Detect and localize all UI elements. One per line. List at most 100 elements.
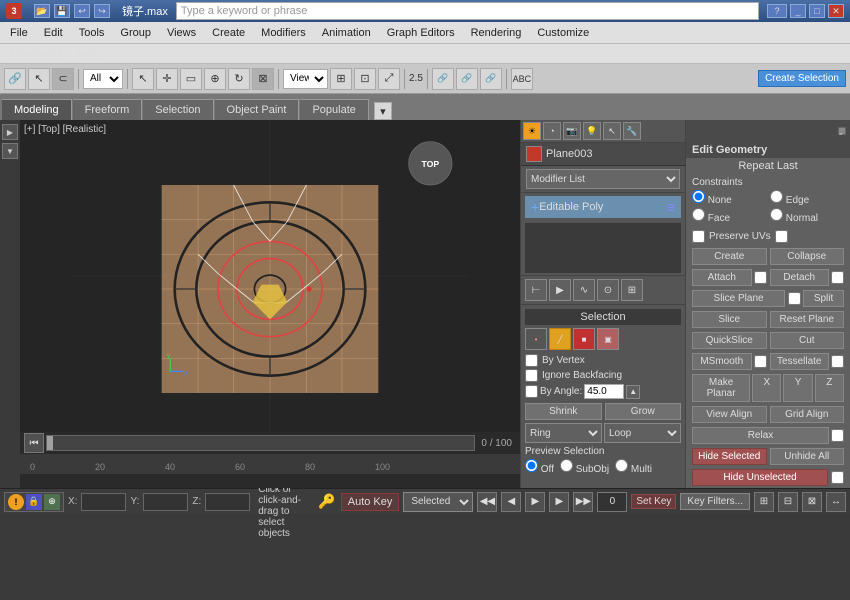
prev-btn[interactable]: ◀ xyxy=(501,492,521,512)
maximize-btn[interactable]: □ xyxy=(809,4,825,18)
panel-icon-sun[interactable]: ☀ xyxy=(523,122,541,140)
split-btn[interactable]: Split xyxy=(803,290,844,307)
named-sel-btn[interactable]: ABC xyxy=(511,68,533,90)
tab-object-paint[interactable]: Object Paint xyxy=(215,99,300,120)
preview-off-label[interactable]: Off xyxy=(525,459,554,475)
mode-select[interactable]: All xyxy=(83,69,123,89)
hide-selected-btn[interactable]: Hide Selected xyxy=(692,448,767,465)
chain3-btn[interactable]: 🔗 xyxy=(480,68,502,90)
panel-icon-arc[interactable]: ◔ xyxy=(543,122,561,140)
elem-icon[interactable]: ▣ xyxy=(597,328,619,350)
tessellate-check[interactable] xyxy=(831,355,844,368)
hide-unselected-btn[interactable]: Hide Unselected xyxy=(692,469,828,486)
msmooth-check[interactable] xyxy=(754,355,767,368)
constraint-none-label[interactable]: None xyxy=(692,190,766,206)
chain2-btn[interactable]: 🔗 xyxy=(456,68,478,90)
menu-customize[interactable]: Customize xyxy=(529,25,597,41)
grow-btn[interactable]: Grow xyxy=(605,403,682,420)
by-angle-check[interactable] xyxy=(525,385,538,398)
title-bar-controls[interactable]: 📂 💾 ↩ ↪ xyxy=(34,4,110,18)
timeline-slider[interactable] xyxy=(46,435,475,451)
move-btn[interactable]: ⊕ xyxy=(204,68,226,90)
menu-modifiers[interactable]: Modifiers xyxy=(253,25,314,41)
angle-input[interactable] xyxy=(584,384,624,399)
toolbar-lasso-btn[interactable]: ⊂ xyxy=(52,68,74,90)
reset-plane-btn[interactable]: Reset Plane xyxy=(770,311,845,328)
open-file-btn[interactable]: 📂 xyxy=(34,4,50,18)
menu-file[interactable]: File xyxy=(2,25,36,41)
panel-icon-wrench[interactable]: 🔧 xyxy=(623,122,641,140)
menu-tools[interactable]: Tools xyxy=(71,25,113,41)
viewport-icon-4[interactable]: ↔ xyxy=(826,492,846,512)
preview-off-radio[interactable] xyxy=(525,459,538,472)
next-btn[interactable]: ▶ xyxy=(549,492,569,512)
mirror-btn[interactable]: ⤢ xyxy=(378,68,400,90)
menu-help[interactable]: Help xyxy=(70,46,109,62)
constraint-face-radio[interactable] xyxy=(692,208,705,221)
prev-frame-btn[interactable]: ◀◀ xyxy=(477,492,497,512)
shrink-btn[interactable]: Shrink xyxy=(525,403,602,420)
stack-icon-1[interactable]: ⊢ xyxy=(525,279,547,301)
toolbar-cursor-btn[interactable]: ↖ xyxy=(28,68,50,90)
attach-btn[interactable]: Attach xyxy=(692,269,752,286)
minimize-btn[interactable]: _ xyxy=(790,4,806,18)
slice-btn[interactable]: Slice xyxy=(692,311,767,328)
rect-select-btn[interactable]: ▭ xyxy=(180,68,202,90)
snap-btn[interactable]: ⊞ xyxy=(330,68,352,90)
view-select[interactable]: View xyxy=(283,69,328,89)
stack-icon-2[interactable]: ▶ xyxy=(549,279,571,301)
menu-views[interactable]: Views xyxy=(159,25,204,41)
attach-check[interactable] xyxy=(754,271,767,284)
left-expand-btn[interactable]: ▶ xyxy=(2,124,18,140)
tab-populate[interactable]: Populate xyxy=(300,99,368,120)
preview-multi-radio[interactable] xyxy=(615,459,628,472)
edge-icon[interactable]: ╱ xyxy=(549,328,571,350)
close-btn[interactable]: ✕ xyxy=(828,4,844,18)
tab-selection[interactable]: Selection xyxy=(143,99,213,120)
collapse-btn[interactable]: Collapse xyxy=(770,248,845,265)
constraint-edge-radio[interactable] xyxy=(770,190,783,203)
menu-rendering[interactable]: Rendering xyxy=(463,25,530,41)
play-btn[interactable]: ▶ xyxy=(525,492,545,512)
menu-animation[interactable]: Animation xyxy=(314,25,379,41)
tessellate-btn[interactable]: Tessellate xyxy=(770,353,830,370)
preview-subobj-label[interactable]: SubObj xyxy=(560,459,609,475)
y-coord-input[interactable] xyxy=(143,493,188,511)
left-collapse-btn[interactable]: ▼ xyxy=(2,143,18,159)
autokey-area[interactable]: Auto Key xyxy=(341,493,400,511)
panel-icon-cursor[interactable]: ↖ xyxy=(603,122,621,140)
by-vertex-check[interactable] xyxy=(525,354,538,367)
create-selection-button[interactable]: Create Selection xyxy=(758,70,846,87)
menu-group[interactable]: Group xyxy=(112,25,159,41)
constraint-normal-label[interactable]: Normal xyxy=(770,208,844,224)
y-btn[interactable]: Y xyxy=(783,374,812,402)
ignore-backfacing-check[interactable] xyxy=(525,369,538,382)
timeline-start-btn[interactable]: ⏮ xyxy=(24,433,44,453)
preserve-uvs-check[interactable] xyxy=(692,230,705,243)
modifier-entry[interactable]: + Editable Poly ≡ xyxy=(525,196,681,218)
constraint-edge-label[interactable]: Edge xyxy=(770,190,844,206)
poly-icon[interactable]: ■ xyxy=(573,328,595,350)
stack-icon-3[interactable]: ∿ xyxy=(573,279,595,301)
timeline-thumb[interactable] xyxy=(47,436,53,450)
slice-plane-btn[interactable]: Slice Plane xyxy=(692,290,785,307)
msmooth-btn[interactable]: MSmooth xyxy=(692,353,752,370)
menu-maxscript[interactable]: MAXScript xyxy=(2,46,70,62)
panel-collapse-btn[interactable]: - xyxy=(838,127,846,135)
z-btn[interactable]: Z xyxy=(815,374,844,402)
preview-multi-label[interactable]: Multi xyxy=(615,459,652,475)
constraint-face-label[interactable]: Face xyxy=(692,208,766,224)
viewport-icon-2[interactable]: ⊟ xyxy=(778,492,798,512)
view-align-btn[interactable]: View Align xyxy=(692,406,767,423)
menu-edit[interactable]: Edit xyxy=(36,25,71,41)
menu-create[interactable]: Create xyxy=(204,25,253,41)
tab-freeform[interactable]: Freeform xyxy=(73,99,143,120)
preview-subobj-radio[interactable] xyxy=(560,459,573,472)
ring-select[interactable]: Ring xyxy=(525,423,602,443)
detach-btn[interactable]: Detach xyxy=(770,269,830,286)
detach-check[interactable] xyxy=(831,271,844,284)
vertex-icon[interactable]: • xyxy=(525,328,547,350)
toolbar-link-btn[interactable]: 🔗 xyxy=(4,68,26,90)
relax-check[interactable] xyxy=(831,429,844,442)
tab-modeling[interactable]: Modeling xyxy=(2,99,72,120)
